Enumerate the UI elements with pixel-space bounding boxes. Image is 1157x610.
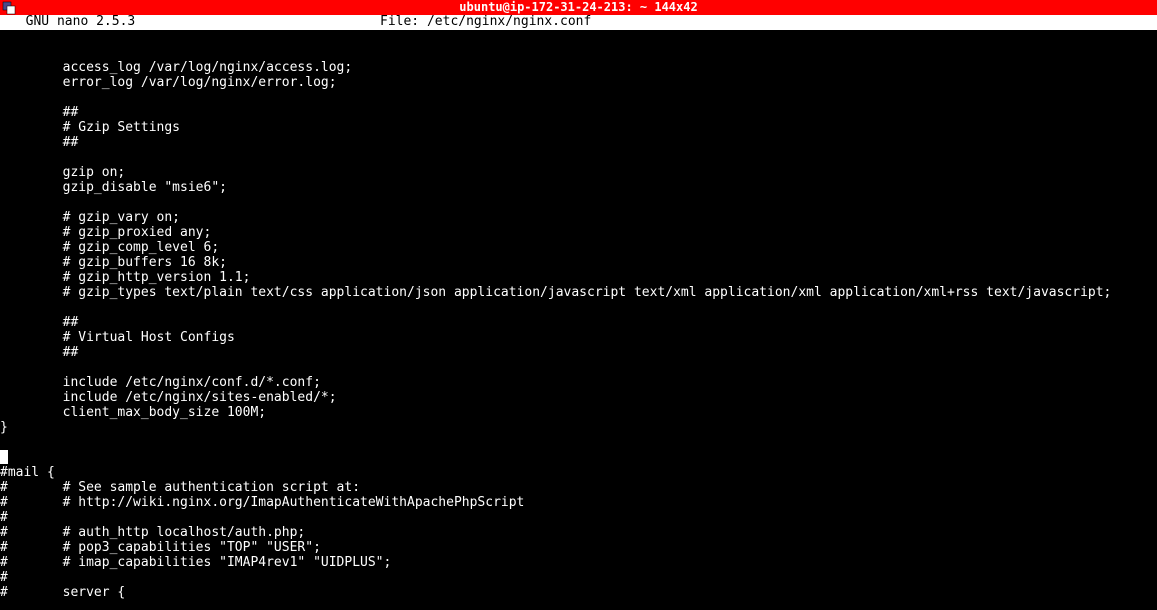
editor-line: include /etc/nginx/sites-enabled/*; bbox=[0, 390, 1157, 405]
editor-line bbox=[0, 300, 1157, 315]
text-cursor bbox=[0, 450, 8, 464]
editor-line: # # http://wiki.nginx.org/ImapAuthentica… bbox=[0, 495, 1157, 510]
editor-line: #mail { bbox=[0, 465, 1157, 480]
editor-line: gzip_disable "msie6"; bbox=[0, 180, 1157, 195]
nano-file-label: File: /etc/nginx/nginx.conf bbox=[380, 15, 591, 30]
editor-line bbox=[0, 450, 1157, 465]
window-title: ubuntu@ip-172-31-24-213: ~ 144x42 bbox=[459, 1, 697, 15]
editor-line: # Virtual Host Configs bbox=[0, 330, 1157, 345]
editor-line: ## bbox=[0, 135, 1157, 150]
editor-line: # server { bbox=[0, 585, 1157, 600]
editor-line: ## bbox=[0, 345, 1157, 360]
editor-line: # bbox=[0, 510, 1157, 525]
editor-line: # gzip_vary on; bbox=[0, 210, 1157, 225]
editor-line bbox=[0, 435, 1157, 450]
editor-line: # # See sample authentication script at: bbox=[0, 480, 1157, 495]
editor-line bbox=[0, 195, 1157, 210]
editor-line: # Gzip Settings bbox=[0, 120, 1157, 135]
editor-line: # gzip_http_version 1.1; bbox=[0, 270, 1157, 285]
editor-line: # gzip_comp_level 6; bbox=[0, 240, 1157, 255]
editor-content[interactable]: access_log /var/log/nginx/access.log; er… bbox=[0, 30, 1157, 600]
editor-line: # # auth_http localhost/auth.php; bbox=[0, 525, 1157, 540]
editor-line: # gzip_types text/plain text/css applica… bbox=[0, 285, 1157, 300]
editor-line: # gzip_proxied any; bbox=[0, 225, 1157, 240]
editor-line bbox=[0, 360, 1157, 375]
editor-line bbox=[0, 45, 1157, 60]
editor-line: error_log /var/log/nginx/error.log; bbox=[0, 75, 1157, 90]
window-title-bar[interactable]: ubuntu@ip-172-31-24-213: ~ 144x42 bbox=[0, 0, 1157, 15]
nano-header-bar: GNU nano 2.5.3 File: /etc/nginx/nginx.co… bbox=[0, 15, 1157, 30]
editor-line: include /etc/nginx/conf.d/*.conf; bbox=[0, 375, 1157, 390]
editor-line: ## bbox=[0, 105, 1157, 120]
editor-line: gzip on; bbox=[0, 165, 1157, 180]
editor-line: # bbox=[0, 570, 1157, 585]
editor-line: client_max_body_size 100M; bbox=[0, 405, 1157, 420]
editor-line bbox=[0, 30, 1157, 45]
window-menu-icon[interactable] bbox=[2, 1, 16, 15]
editor-line: } bbox=[0, 420, 1157, 435]
editor-line bbox=[0, 150, 1157, 165]
editor-line: access_log /var/log/nginx/access.log; bbox=[0, 60, 1157, 75]
editor-line: # # pop3_capabilities "TOP" "USER"; bbox=[0, 540, 1157, 555]
nano-version-label: GNU nano 2.5.3 bbox=[10, 15, 135, 30]
editor-line: ## bbox=[0, 315, 1157, 330]
editor-line: # gzip_buffers 16 8k; bbox=[0, 255, 1157, 270]
editor-line bbox=[0, 90, 1157, 105]
editor-line: # # imap_capabilities "IMAP4rev1" "UIDPL… bbox=[0, 555, 1157, 570]
